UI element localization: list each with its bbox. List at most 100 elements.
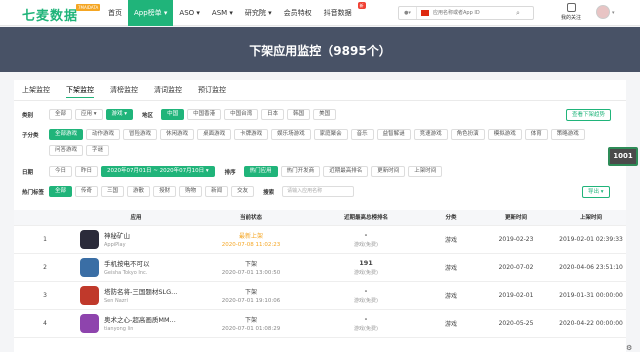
- region-chip[interactable]: 美国: [313, 109, 337, 120]
- subcategory-chip[interactable]: 家庭聚会: [313, 129, 348, 140]
- region-chip[interactable]: 中国香港: [187, 109, 222, 120]
- region-chip[interactable]: 韩国: [287, 109, 311, 120]
- app-icon[interactable]: [80, 285, 99, 305]
- date-chip[interactable]: 昨日: [75, 166, 99, 177]
- region-chip[interactable]: 中国: [161, 109, 185, 120]
- subcategory-chip[interactable]: 动作游戏: [86, 129, 121, 140]
- floating-widget[interactable]: 1001间: [608, 147, 638, 175]
- status-time: 2020-07-01 01:08:29: [221, 325, 281, 332]
- subcategory-chip[interactable]: 模拟游戏: [487, 129, 522, 140]
- tag-chip[interactable]: 购物: [179, 186, 203, 197]
- tag-chip[interactable]: 交友: [231, 186, 255, 197]
- date-range-picker[interactable]: 2020年07月01日 ~ 2020年07月10日 ▾: [101, 166, 215, 177]
- my-follow[interactable]: 我的关注: [560, 3, 582, 21]
- tab-3[interactable]: 清词监控: [154, 84, 182, 98]
- tag-chip[interactable]: 新闻: [205, 186, 229, 197]
- subcategory-chip[interactable]: 桌面游戏: [197, 129, 232, 140]
- category-chip[interactable]: 全部: [49, 109, 73, 120]
- app-icon[interactable]: [80, 313, 99, 333]
- tab-1[interactable]: 下架监控: [66, 84, 94, 98]
- app-icon[interactable]: [80, 229, 99, 249]
- nav-item-5[interactable]: 会员特权: [278, 0, 318, 26]
- export-button[interactable]: 导出 ▾: [582, 186, 610, 198]
- released-cell: 2020-04-22 00:00:00: [556, 309, 626, 338]
- keyword-input[interactable]: 请输入应用名称: [282, 186, 355, 197]
- subcategory-chip[interactable]: 益智解谜: [376, 129, 411, 140]
- rank-label: 游戏(免费): [354, 297, 378, 304]
- tags-filter-row: 热门标签 全部 传奇 三国 游散 授财 购物 新闻 交友 搜索 请输入应用名称: [22, 186, 355, 197]
- table-row[interactable]: 4 奥术之心-超高画质MM... tianyong lin 下架 2020-07-01 …: [14, 309, 626, 338]
- app-icon[interactable]: [80, 257, 99, 277]
- tab-2[interactable]: 清榜监控: [110, 84, 138, 98]
- subcategory-chip[interactable]: 冒险游戏: [123, 129, 158, 140]
- settings-icon[interactable]: ⚙: [626, 344, 632, 352]
- app-cell[interactable]: 神秘矿山 AppiPlay: [76, 225, 196, 254]
- category-chip[interactable]: 应用 ▾: [75, 109, 103, 120]
- country-select[interactable]: [417, 7, 433, 19]
- sort-chip[interactable]: 上架时间: [408, 166, 443, 177]
- subcategory-chip[interactable]: 问答游戏: [49, 145, 84, 156]
- rank-label: 游戏(免费): [354, 269, 378, 276]
- tag-chip[interactable]: 授财: [153, 186, 177, 197]
- avatar[interactable]: [596, 5, 610, 19]
- sort-chip[interactable]: 更新时间: [371, 166, 406, 177]
- brand-logo[interactable]: 七麦数据: [22, 5, 78, 24]
- table-row[interactable]: 1 神秘矿山 AppiPlay 最新上架 2020-07-08 11:02:23 - 游戏(…: [14, 225, 626, 254]
- platform-select[interactable]: ●▾: [399, 7, 417, 19]
- nav-item-3[interactable]: ASM ▾: [206, 0, 239, 26]
- nav-item-1[interactable]: App榜单 ▾: [128, 0, 174, 26]
- app-cell[interactable]: 奥术之心-超高画质MM... tianyong lin: [76, 309, 196, 338]
- subcategory-chip[interactable]: 竞速游戏: [413, 129, 448, 140]
- app-name[interactable]: 神秘矿山: [104, 230, 184, 240]
- subcategory-chip[interactable]: 角色扮演: [450, 129, 485, 140]
- tab-4[interactable]: 预订监控: [198, 84, 226, 98]
- tag-chip[interactable]: 传奇: [75, 186, 99, 197]
- nav-item-6[interactable]: 抖音数据新: [318, 0, 366, 26]
- app-cell[interactable]: 塔防名将-三国题材SLG... Sen Nazri: [76, 281, 196, 310]
- nav-item-4[interactable]: 研究院 ▾: [239, 0, 278, 26]
- updated-cell: 2019-02-01: [476, 281, 556, 310]
- tag-chip[interactable]: 游散: [127, 186, 151, 197]
- app-name[interactable]: 手机按电不可以: [104, 258, 184, 268]
- nav-item-0[interactable]: 首页: [102, 0, 128, 26]
- subcategory-chip[interactable]: 娱乐场游戏: [271, 129, 311, 140]
- app-name[interactable]: 奥术之心-超高画质MM...: [104, 314, 184, 324]
- search-icon[interactable]: ⌕: [511, 7, 525, 19]
- status-time: 2020-07-01 19:10:06: [221, 297, 281, 304]
- tag-chip[interactable]: 全部: [49, 186, 73, 197]
- subcategory-chip[interactable]: 字谜: [86, 145, 110, 156]
- column-header: [14, 210, 76, 226]
- column-header: 更新时间: [476, 210, 556, 226]
- updated-cell: 2020-05-25: [476, 309, 556, 338]
- tag-chip[interactable]: 三国: [101, 186, 125, 197]
- updated-cell: 2019-02-23: [476, 225, 556, 254]
- subcategory-chip[interactable]: 卡牌游戏: [234, 129, 269, 140]
- category-chip[interactable]: 游戏 ▾: [105, 109, 134, 120]
- app-name[interactable]: 塔防名将-三国题材SLG...: [104, 286, 184, 296]
- sort-chip[interactable]: 近期最高排名: [323, 166, 369, 177]
- view-trend-button[interactable]: 查看下架趋势: [566, 109, 612, 121]
- table-row[interactable]: 2 手机按电不可以 Geisha Tokyo Inc. 下架 2020-07-01 13…: [14, 253, 626, 282]
- search-input[interactable]: [433, 8, 511, 18]
- region-chip[interactable]: 中国台湾: [224, 109, 259, 120]
- subcategory-chip[interactable]: 体育: [524, 129, 548, 140]
- app-cell[interactable]: 手机按电不可以 Geisha Tokyo Inc.: [76, 253, 196, 282]
- sort-label: 排序: [224, 169, 236, 176]
- region-chip[interactable]: 日本: [261, 109, 285, 120]
- column-header: 当前状态: [196, 210, 306, 226]
- page-title: 下架应用监控（9895个）: [249, 44, 391, 58]
- sort-chip[interactable]: 热门应用: [243, 166, 278, 177]
- date-chip[interactable]: 今日: [49, 166, 73, 177]
- subcategory-chip[interactable]: 音乐: [350, 129, 374, 140]
- nav-item-label: ASO ▾: [179, 9, 200, 17]
- subcategory-chip[interactable]: 策略游戏: [550, 129, 585, 140]
- subcategory-chip[interactable]: 全部游戏: [49, 129, 84, 140]
- subcategory-chip[interactable]: 休闲游戏: [160, 129, 195, 140]
- search-box: ●▾ ⌕: [398, 6, 534, 20]
- table-row[interactable]: 3 塔防名将-三国题材SLG... Sen Nazri 下架 2020-07-01 19…: [14, 281, 626, 310]
- tab-0[interactable]: 上架监控: [22, 84, 50, 98]
- chevron-down-icon[interactable]: ▾: [612, 10, 615, 16]
- nav-item-label: 抖音数据: [323, 9, 352, 17]
- sort-chip[interactable]: 热门开发商: [280, 166, 321, 177]
- nav-item-2[interactable]: ASO ▾: [173, 0, 205, 26]
